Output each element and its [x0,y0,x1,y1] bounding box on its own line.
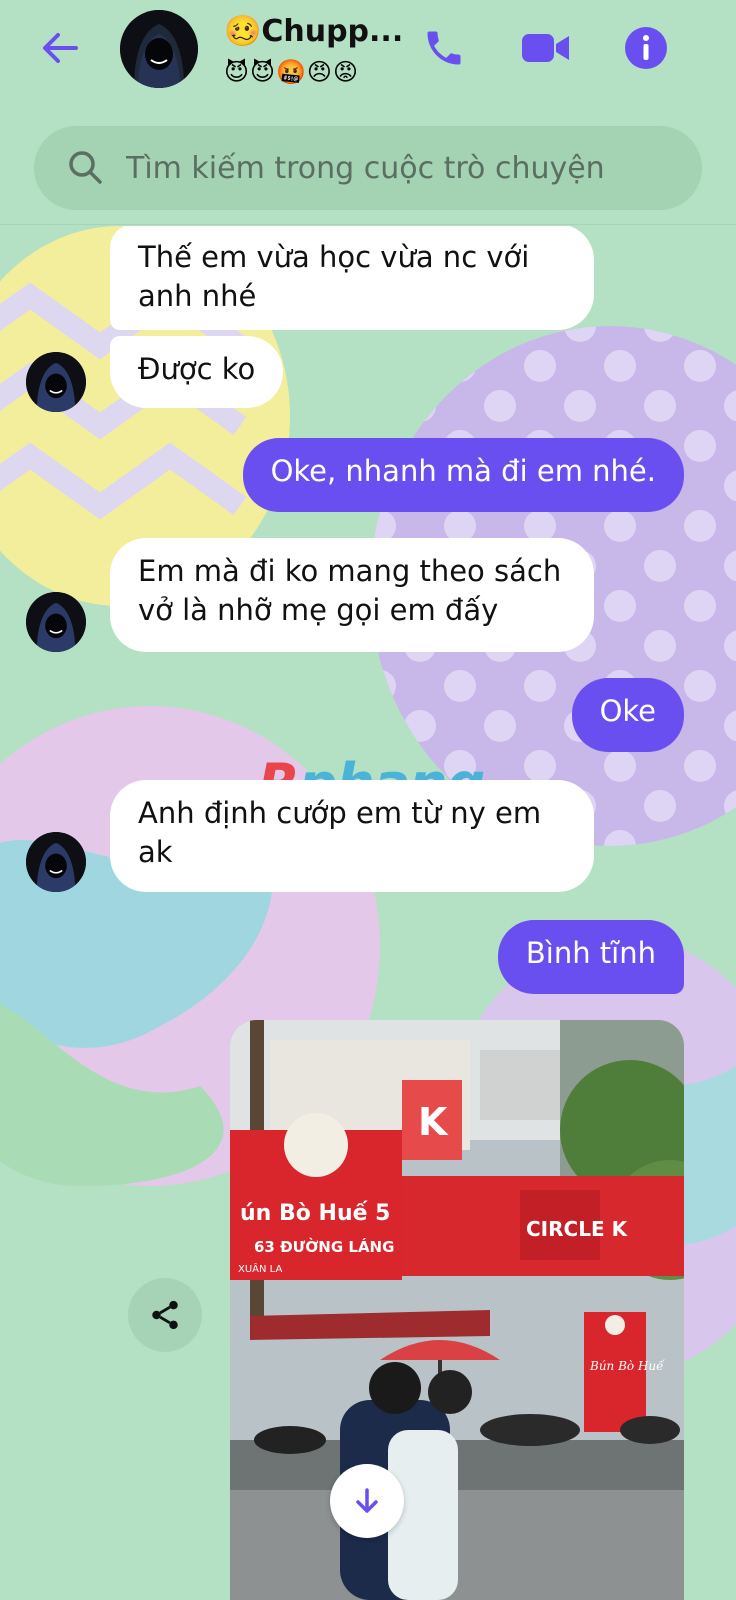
contact-name[interactable]: 🥴Chupp... [224,14,403,49]
phone-icon [427,31,461,65]
photo-attachment[interactable]: ún Bò Huế 5 63 ĐƯỜNG LÁNG XUÂN LA K CIRC… [230,1020,684,1600]
message-incoming[interactable]: Được ko [110,336,284,408]
info-button[interactable] [620,22,672,74]
conversation-header: 🥴Chupp... 😈😈🤬😠😡 [0,0,736,225]
svg-text:Bún Bò Huế: Bún Bò Huế [589,1358,665,1373]
back-button[interactable] [38,26,82,70]
conversation-search[interactable] [34,126,702,210]
contact-avatar[interactable] [120,10,198,88]
message-incoming[interactable]: Thế em vừa học vừa nc với anh nhé [110,226,594,330]
sender-avatar[interactable] [26,352,86,412]
nickname-emojis: 😈😈🤬😠😡 [224,58,359,86]
message-outgoing[interactable]: Bình tĩnh [497,920,684,994]
svg-text:63 ĐƯỜNG LÁNG: 63 ĐƯỜNG LÁNG [254,1237,394,1256]
sender-avatar[interactable] [26,832,86,892]
scroll-to-bottom-button[interactable] [330,1464,404,1538]
message-list[interactable]: Thế em vừa học vừa nc với anh nhé Được k… [0,226,736,1600]
search-input[interactable] [126,126,686,210]
sender-avatar[interactable] [26,592,86,652]
svg-text:ún Bò Huế 5: ún Bò Huế 5 [240,1201,391,1226]
search-icon [69,151,102,184]
arrow-left-icon [43,33,78,63]
message-outgoing[interactable]: Oke, nhanh mà đi em nhé. [242,438,684,512]
voice-call-button[interactable] [418,22,470,74]
svg-text:CIRCLE K: CIRCLE K [526,1217,629,1241]
info-icon [625,27,667,69]
share-button[interactable] [128,1278,202,1352]
message-incoming[interactable]: Em mà đi ko mang theo sách vở là nhỡ mẹ … [110,538,594,652]
message-incoming[interactable]: Anh định cướp em từ ny em ak [110,780,594,892]
video-camera-icon [522,34,569,62]
street-photo: ún Bò Huế 5 63 ĐƯỜNG LÁNG XUÂN LA K CIRC… [230,1020,684,1600]
arrow-down-icon [356,1488,378,1513]
share-icon [152,1300,178,1330]
svg-text:XUÂN LA: XUÂN LA [238,1262,282,1275]
message-outgoing[interactable]: Oke [571,678,684,752]
video-call-button[interactable] [520,22,572,74]
svg-text:K: K [418,1100,449,1144]
